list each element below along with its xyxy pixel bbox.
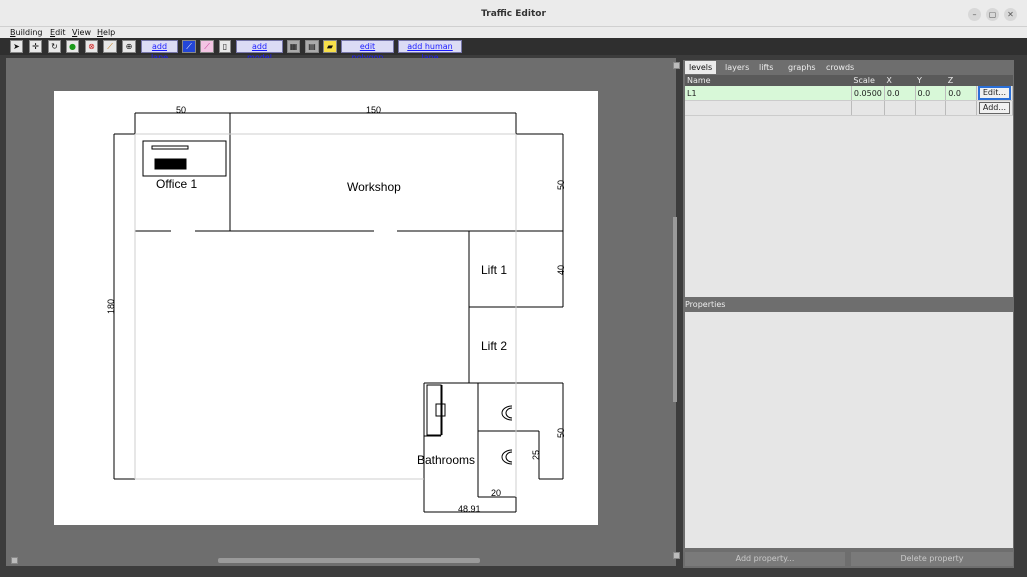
tab-lifts[interactable]: lifts [755, 61, 777, 74]
dimension-150-top: 150 [366, 105, 381, 115]
add-level-button[interactable]: Add... [978, 102, 1010, 114]
column-name: Name [685, 75, 852, 86]
room-label-office: Office 1 [156, 177, 197, 191]
room-label-bathrooms: Bathrooms [417, 453, 475, 467]
tab-graphs[interactable]: graphs [784, 61, 820, 74]
dimension-20: 20 [491, 488, 501, 498]
vertical-scrollbar[interactable] [673, 217, 677, 402]
cell-name[interactable]: L1 [685, 86, 852, 101]
splitter-handle-bottom-icon[interactable] [673, 552, 680, 559]
cell-z[interactable]: 0.0 [945, 86, 977, 101]
column-x: X [884, 75, 916, 86]
table-header: Name Scale X Y Z [685, 75, 1013, 86]
dimension-25: 25 [531, 450, 541, 460]
edit-level-button[interactable]: Edit... [978, 87, 1010, 99]
column-actions [976, 75, 1013, 86]
add-property-button[interactable]: Add property... [685, 552, 845, 566]
dimension-40: 40 [556, 265, 566, 275]
room-labels: Office 1 Workshop Lift 1 Lift 2 Bathroom… [156, 177, 507, 467]
cell-x[interactable]: 0.0 [884, 86, 916, 101]
column-z: Z [945, 75, 977, 86]
column-y: Y [915, 75, 946, 86]
dimension-48-91: 48.91 [458, 504, 481, 514]
walls [113, 112, 564, 513]
room-label-lift-1: Lift 1 [481, 263, 507, 277]
table-row[interactable]: L1 0.0500 0.0 0.0 0.0 Edit... [685, 86, 1014, 101]
levels-table: Name Scale X Y Z L1 0.0500 0.0 0.0 0.0 E… [685, 75, 1014, 297]
splitter-handle-top-icon[interactable] [673, 62, 680, 69]
properties-panel[interactable] [685, 312, 1013, 548]
dimension-50-right: 50 [556, 180, 566, 190]
horizontal-scrollbar[interactable] [218, 558, 480, 563]
room-label-lift-2: Lift 2 [481, 339, 507, 353]
cell-scale[interactable]: 0.0500 [851, 86, 885, 101]
dimension-180: 180 [106, 299, 116, 314]
column-scale: Scale [851, 75, 885, 86]
tab-levels[interactable]: levels [685, 61, 717, 74]
canvas-corner-icon [11, 557, 18, 564]
dimension-50-top: 50 [176, 105, 186, 115]
tab-crowds[interactable]: crowds [822, 61, 858, 74]
properties-label: Properties [685, 300, 726, 309]
cell-y[interactable]: 0.0 [915, 86, 947, 101]
delete-property-button[interactable]: Delete property [851, 552, 1013, 566]
dimension-50-bath: 50 [556, 428, 566, 438]
table-row[interactable]: Add... [685, 100, 1014, 116]
tab-layers[interactable]: layers [721, 61, 753, 74]
room-label-workshop: Workshop [347, 180, 401, 194]
